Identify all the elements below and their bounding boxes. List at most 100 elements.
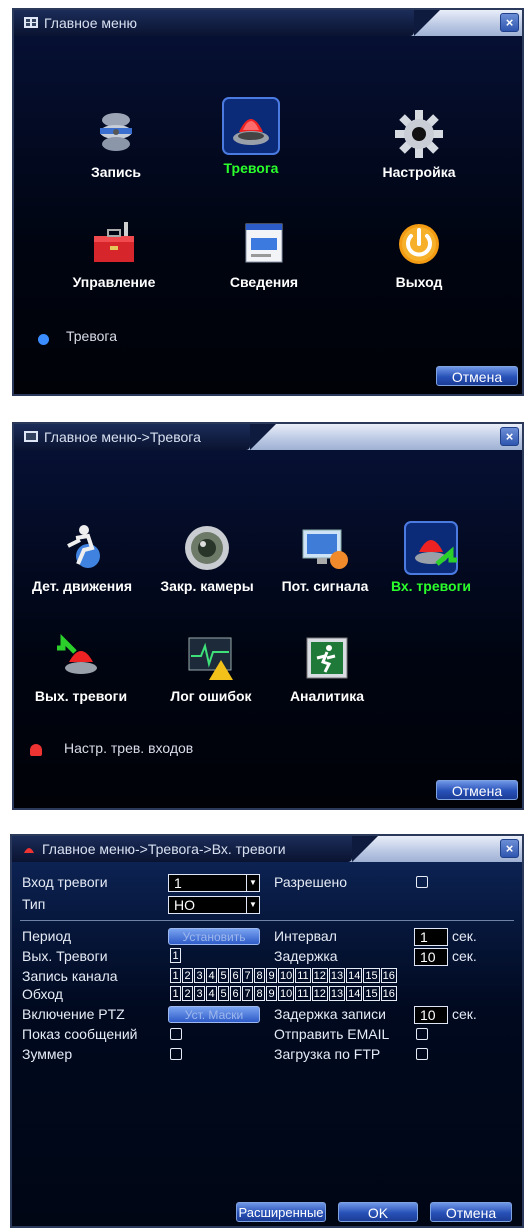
menu-item-label: Аналитика <box>289 688 365 704</box>
record-channel-9[interactable]: 9 <box>266 968 277 983</box>
show-message-checkbox[interactable] <box>170 1028 182 1040</box>
alarm-menu-window: Главное меню->Тревога × Дет. движения За… <box>12 422 524 810</box>
window-title: Главное меню->Тревога->Вх. тревоги <box>42 841 286 857</box>
tour-channel-10[interactable]: 10 <box>278 986 295 1001</box>
record-channel-5[interactable]: 5 <box>218 968 229 983</box>
enabled-checkbox[interactable] <box>416 876 428 888</box>
interval-label: Интервал <box>274 928 337 944</box>
analytics-icon <box>299 630 355 686</box>
alarm-output-1[interactable]: 1 <box>170 948 181 963</box>
film-reel-icon <box>88 106 144 162</box>
menu-item-alarm[interactable]: Тревога <box>201 96 301 176</box>
tour-channel-5[interactable]: 5 <box>218 986 229 1001</box>
cancel-button[interactable]: Отмена <box>436 780 518 800</box>
ptz-set-button[interactable]: Уст. Маски <box>168 1006 260 1023</box>
tour-channel-15[interactable]: 15 <box>363 986 380 1001</box>
cancel-button[interactable]: Отмена <box>436 366 518 386</box>
tour-channel-8[interactable]: 8 <box>254 986 265 1001</box>
advanced-button[interactable]: Расширенные <box>236 1202 326 1222</box>
menu-item-info[interactable]: Сведения <box>209 216 319 290</box>
menu-item-label: Вх. тревоги <box>390 578 472 594</box>
tour-channel-14[interactable]: 14 <box>346 986 363 1001</box>
tour-channel-3[interactable]: 3 <box>194 986 205 1001</box>
menu-item-alarm-input[interactable]: Вх. тревоги <box>376 520 486 594</box>
period-set-button[interactable]: Установить <box>168 928 260 945</box>
info-dot-icon <box>38 334 49 345</box>
menu-item-label: Вых. тревоги <box>34 688 128 704</box>
menu-item-video-loss[interactable]: Пот. сигнала <box>270 520 380 594</box>
record-channel-1[interactable]: 1 <box>170 968 181 983</box>
title-bar: Главное меню × <box>14 10 522 36</box>
record-delay-label: Задержка записи <box>274 1006 386 1022</box>
menu-item-motion[interactable]: Дет. движения <box>18 520 146 594</box>
power-icon <box>391 216 447 272</box>
record-channel-15[interactable]: 15 <box>363 968 380 983</box>
alarm-output-channels: 1 <box>170 948 182 963</box>
tour-channel-4[interactable]: 4 <box>206 986 217 1001</box>
type-select[interactable]: НО ▼ <box>168 896 260 914</box>
delay-unit: сек. <box>452 948 477 964</box>
tour-channel-1[interactable]: 1 <box>170 986 181 1001</box>
send-email-checkbox[interactable] <box>416 1028 428 1040</box>
tour-channel-12[interactable]: 12 <box>311 986 328 1001</box>
record-channel-7[interactable]: 7 <box>242 968 253 983</box>
type-value: НО <box>174 897 195 913</box>
record-channel-11[interactable]: 11 <box>295 968 311 983</box>
menu-item-analytics[interactable]: Аналитика <box>272 630 382 704</box>
menu-item-record[interactable]: Запись <box>66 106 166 180</box>
interval-input[interactable]: 1 <box>414 928 448 946</box>
record-channel-4[interactable]: 4 <box>206 968 217 983</box>
ftp-upload-label: Загрузка по FTP <box>274 1046 381 1062</box>
record-channel-label: Запись канала <box>22 968 118 984</box>
menu-item-exit[interactable]: Выход <box>364 216 474 290</box>
menu-item-label: Дет. движения <box>31 578 132 594</box>
record-channel-16[interactable]: 16 <box>380 968 397 983</box>
menu-item-label: Управление <box>72 274 156 290</box>
tour-channel-6[interactable]: 6 <box>230 986 241 1001</box>
record-channel-12[interactable]: 12 <box>311 968 328 983</box>
tour-channel-13[interactable]: 13 <box>328 986 346 1001</box>
record-delay-unit: сек. <box>452 1006 477 1022</box>
record-delay-input[interactable]: 10 <box>414 1006 448 1024</box>
divider <box>20 920 514 921</box>
menu-item-label: Закр. камеры <box>160 578 254 594</box>
menu-item-tamper[interactable]: Закр. камеры <box>152 520 262 594</box>
record-channel-13[interactable]: 13 <box>328 968 346 983</box>
alarm-siren-icon <box>221 96 281 158</box>
buzzer-label: Зуммер <box>22 1046 73 1062</box>
menu-item-alarm-output[interactable]: Вых. тревоги <box>22 630 140 704</box>
close-button[interactable]: × <box>500 13 519 32</box>
record-channel-3[interactable]: 3 <box>194 968 205 983</box>
close-button[interactable]: × <box>500 427 519 446</box>
record-channel-14[interactable]: 14 <box>346 968 363 983</box>
record-channel-10[interactable]: 10 <box>278 968 295 983</box>
menu-item-label: Сведения <box>229 274 299 290</box>
tour-channel-2[interactable]: 2 <box>182 986 193 1001</box>
menu-item-settings[interactable]: Настройка <box>364 106 474 180</box>
delay-input[interactable]: 10 <box>414 948 448 966</box>
menu-item-error-log[interactable]: Лог ошибок <box>156 630 266 704</box>
title-tab: Главное меню->Тревога <box>14 424 276 450</box>
menu-icon <box>24 17 38 28</box>
main-menu-window: Главное меню × Запись Тревога Настройка <box>12 8 524 396</box>
status-text: Тревога <box>66 328 117 344</box>
tour-channel-9[interactable]: 9 <box>266 986 277 1001</box>
cancel-button[interactable]: Отмена <box>430 1202 512 1222</box>
info-window-icon <box>236 216 292 272</box>
menu-item-management[interactable]: Управление <box>59 216 169 290</box>
title-tab: Главное меню->Тревога->Вх. тревоги <box>12 836 378 862</box>
record-channel-2[interactable]: 2 <box>182 968 193 983</box>
chevron-down-icon: ▼ <box>246 897 259 913</box>
tour-channel-11[interactable]: 11 <box>295 986 311 1001</box>
tour-channel-7[interactable]: 7 <box>242 986 253 1001</box>
close-button[interactable]: × <box>500 839 519 858</box>
buzzer-checkbox[interactable] <box>170 1048 182 1060</box>
record-channel-8[interactable]: 8 <box>254 968 265 983</box>
alarm-input-select[interactable]: 1 ▼ <box>168 874 260 892</box>
record-channel-6[interactable]: 6 <box>230 968 241 983</box>
ok-button[interactable]: OK <box>338 1202 418 1222</box>
tour-channel-16[interactable]: 16 <box>380 986 397 1001</box>
type-label: Тип <box>22 896 46 912</box>
ftp-upload-checkbox[interactable] <box>416 1048 428 1060</box>
form-body: Вход тревоги 1 ▼ Разрешено Тип НО ▼ Период… <box>12 862 522 1226</box>
